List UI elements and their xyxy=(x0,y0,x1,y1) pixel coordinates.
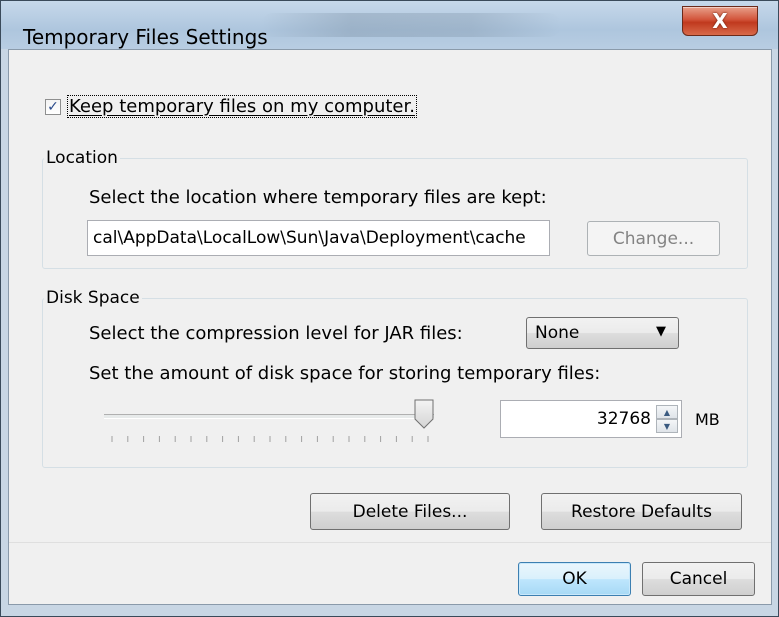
slider-ticks xyxy=(111,436,429,442)
disk-amount-unit: MB xyxy=(695,410,720,429)
disk-amount-spinner[interactable]: ▲ ▼ xyxy=(656,405,678,433)
spin-down-icon[interactable]: ▼ xyxy=(656,419,678,433)
window-title: Temporary Files Settings xyxy=(23,25,268,49)
compression-label: Select the compression level for JAR fil… xyxy=(89,323,463,344)
compression-value: None xyxy=(535,323,580,343)
cancel-button[interactable]: Cancel xyxy=(642,562,755,596)
disk-amount-field[interactable]: 32768 ▲ ▼ xyxy=(500,400,682,438)
location-description: Select the location where temporary file… xyxy=(89,187,547,208)
compression-dropdown[interactable]: None ▼ xyxy=(526,317,679,349)
ok-button[interactable]: OK xyxy=(518,562,631,596)
cache-path-field[interactable]: cal\AppData\LocalLow\Sun\Java\Deployment… xyxy=(87,220,550,256)
checkmark-icon: ✓ xyxy=(47,98,59,115)
dialog-window: Temporary Files Settings X ✓ Keep tempor… xyxy=(0,0,779,617)
dialog-client-area: ✓ Keep temporary files on my computer. L… xyxy=(8,49,772,605)
close-button[interactable]: X xyxy=(682,6,758,36)
delete-files-button[interactable]: Delete Files... xyxy=(310,493,510,530)
location-group-label: Location xyxy=(44,148,120,168)
change-button[interactable]: Change... xyxy=(587,221,720,256)
restore-defaults-button[interactable]: Restore Defaults xyxy=(541,493,742,530)
chevron-down-icon: ▼ xyxy=(656,324,666,339)
spin-up-icon[interactable]: ▲ xyxy=(656,405,678,419)
disk-space-slider-track[interactable] xyxy=(104,414,434,419)
disk-amount-value: 32768 xyxy=(596,409,651,429)
disk-space-group-label: Disk Space xyxy=(44,288,142,308)
title-bar-glass xyxy=(261,13,561,37)
keep-files-checkbox[interactable]: ✓ xyxy=(45,98,61,115)
title-bar[interactable]: Temporary Files Settings X xyxy=(1,1,778,49)
dialog-footer: OK Cancel xyxy=(9,543,771,604)
disk-amount-label: Set the amount of disk space for storing… xyxy=(89,363,601,384)
keep-files-option[interactable]: ✓ Keep temporary files on my computer. xyxy=(45,95,417,118)
keep-files-label[interactable]: Keep temporary files on my computer. xyxy=(67,95,417,118)
close-icon: X xyxy=(712,9,728,33)
disk-space-slider-thumb[interactable] xyxy=(414,399,434,429)
